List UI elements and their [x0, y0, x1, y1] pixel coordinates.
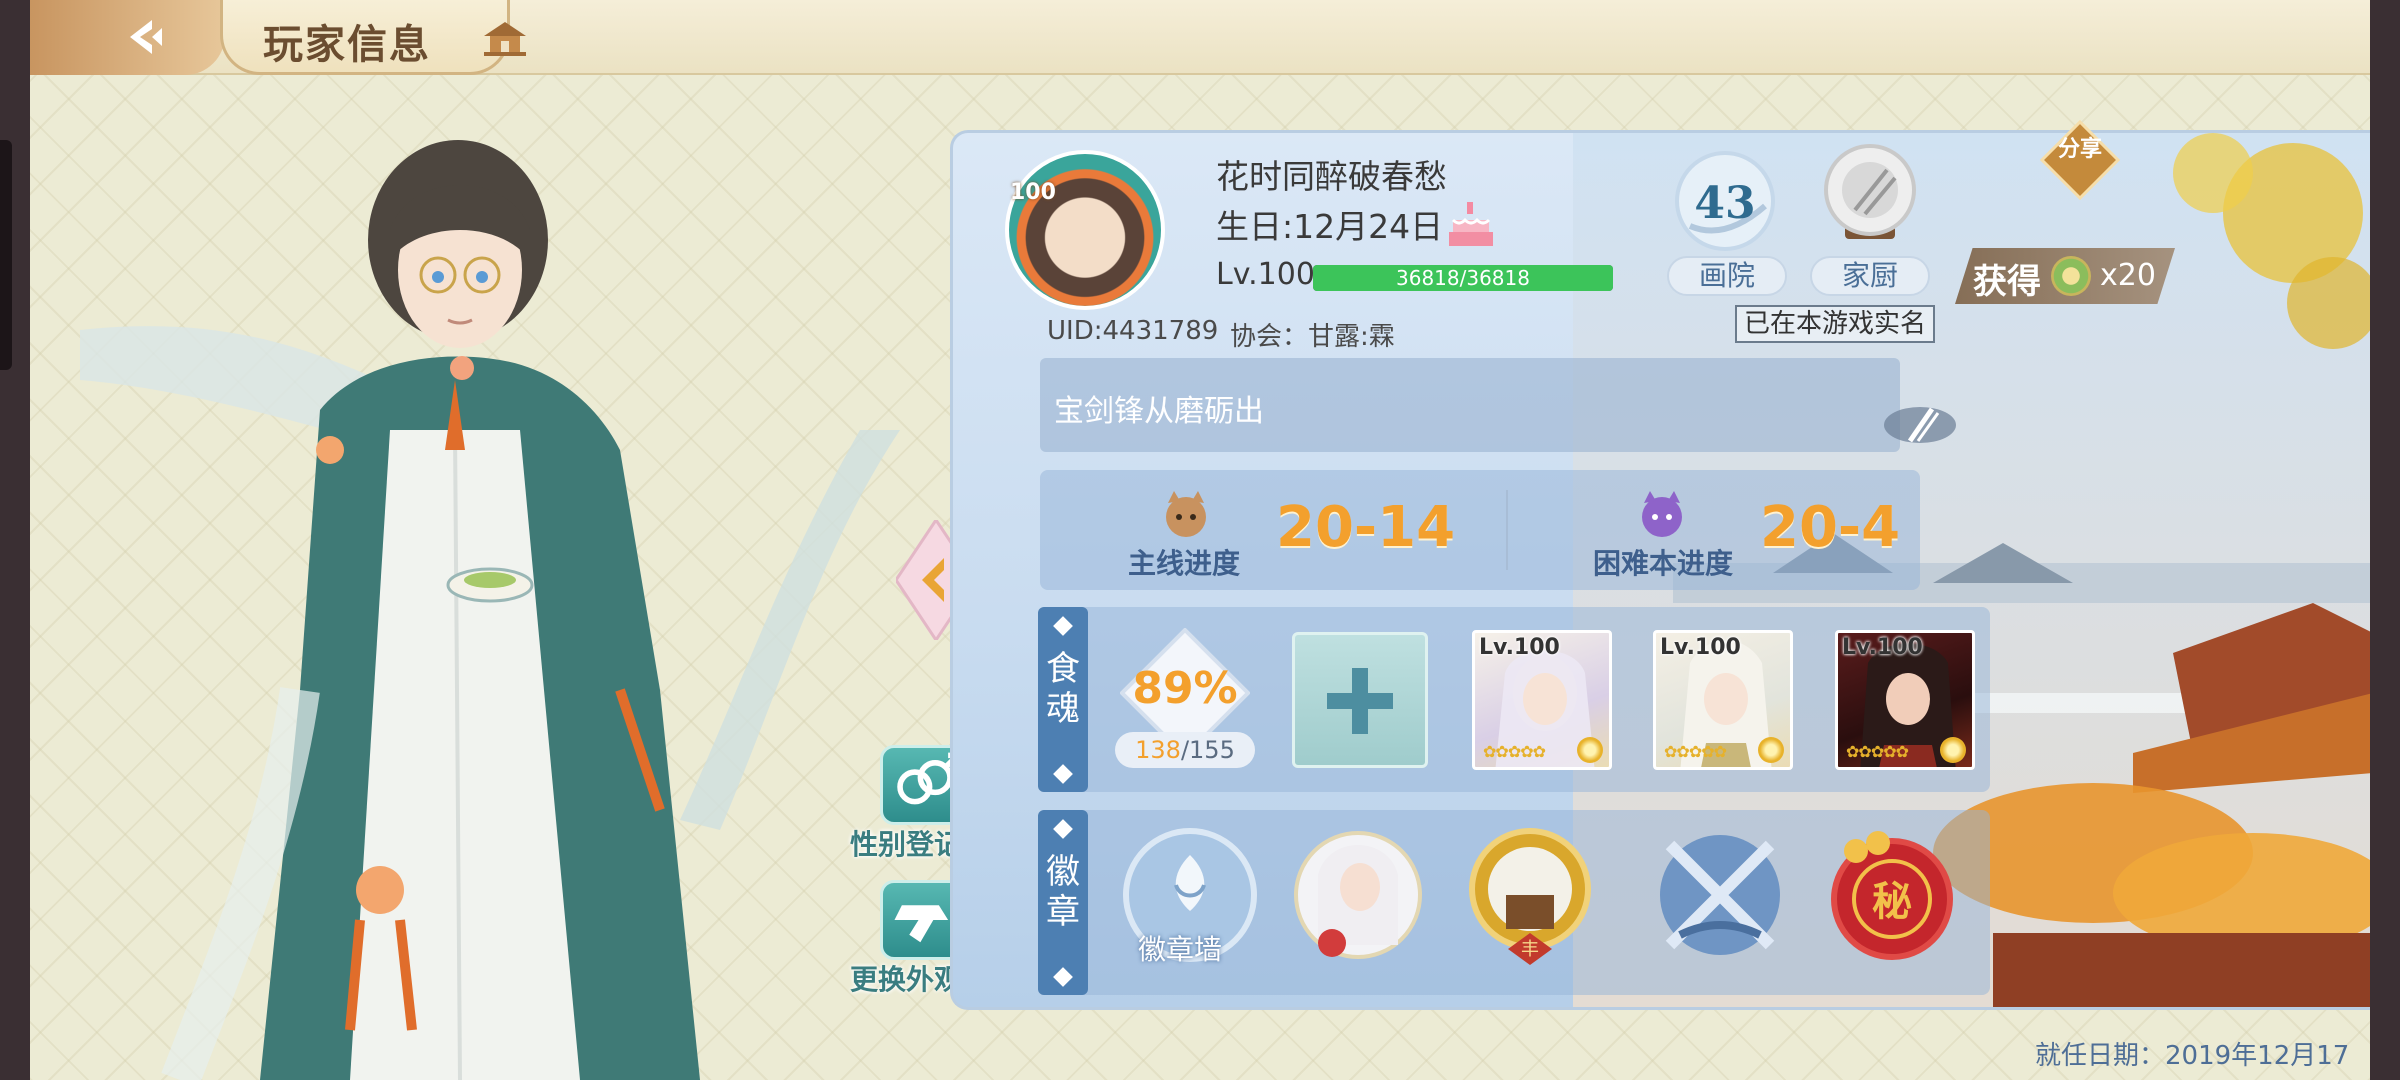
kitchen-label[interactable]: 家厨: [1810, 256, 1930, 296]
share-reward-banner: 获得 x20: [1955, 248, 2175, 304]
obtain-label: 获得: [1973, 262, 2041, 302]
harvest-badge-icon[interactable]: 丰: [1460, 825, 1600, 965]
player-uid: UID:4431789: [1047, 316, 1219, 346]
tag-diamond-top: [1053, 616, 1073, 636]
tag-diamond-top: [1053, 819, 1073, 839]
slot-2-level: Lv.100: [1660, 635, 1741, 660]
plus-icon-v: [1352, 668, 1368, 734]
reward-count: x20: [2100, 258, 2156, 293]
experience-bar: 36818/36818: [1313, 265, 1613, 291]
slot-1-coin-icon: [1577, 737, 1603, 763]
hard-progress-value: 20-4: [1760, 495, 1901, 560]
player-guild: 协会：甘露:霖: [1230, 322, 1395, 352]
character-illustration: [80, 140, 900, 1080]
badge-wall-label: 徽章墙: [1138, 933, 1223, 966]
main-progress-value: 20-14: [1276, 495, 1456, 560]
badge-tag: 徽章: [1038, 810, 1088, 995]
food-soul-slot-3[interactable]: Lv.100 ✿✿✿✿✿: [1835, 630, 1975, 770]
back-button[interactable]: [30, 0, 225, 75]
jade-coin-icon: [2051, 256, 2091, 296]
back-arrow-icon: [130, 20, 162, 54]
slot-1-level: Lv.100: [1479, 635, 1560, 660]
food-soul-slot-2[interactable]: Lv.100 ✿✿✿✿✿: [1653, 630, 1793, 770]
slot-2-coin-icon: [1758, 737, 1784, 763]
house-icon[interactable]: [480, 18, 530, 58]
top-bar: 玩家信息: [30, 0, 2370, 75]
secret-seal-badge-icon[interactable]: 秘: [1820, 825, 1960, 965]
hard-progress-label: 困难本进度: [1593, 547, 1734, 580]
cat-face-icon: [1166, 491, 1206, 537]
crossed-swords-badge-icon[interactable]: [1650, 825, 1790, 965]
character-badge-icon[interactable]: [1288, 825, 1428, 965]
main-progress-label: 主线进度: [1128, 547, 1241, 580]
total-count: /155: [1180, 736, 1235, 764]
kitchen-plate-icon[interactable]: [1815, 140, 1925, 250]
harvest-badge-char: 丰: [1521, 939, 1539, 960]
realname-notice: 已在本游戏实名: [1735, 305, 1935, 343]
page-title: 玩家信息: [263, 22, 431, 68]
slot-3-stars: ✿✿✿✿✿: [1846, 742, 1909, 761]
purple-cat-icon: [1642, 491, 1682, 537]
page-title-tab: 玩家信息: [220, 0, 510, 75]
screen-notch: [0, 140, 12, 370]
gallery-count: 43: [1694, 178, 1755, 229]
slot-3-coin-icon: [1940, 737, 1966, 763]
avatar-level-badge: 100: [1010, 180, 1056, 205]
game-screen: 玩家信息 性别登记 更换外观 100 花时同醉破春愁 生日:12月24日 Lv.…: [30, 0, 2370, 1080]
collection-count: 138/155: [1115, 732, 1255, 768]
experience-text: 36818/36818: [1396, 266, 1530, 290]
food-soul-slot-1[interactable]: Lv.100 ✿✿✿✿✿: [1472, 630, 1612, 770]
slot-3-level: Lv.100: [1842, 635, 1923, 660]
tag-diamond-bottom: [1053, 967, 1073, 987]
seal-char: 秘: [1872, 878, 1912, 925]
slot-1-stars: ✿✿✿✿✿: [1483, 742, 1546, 761]
owned-count: 138: [1135, 736, 1181, 764]
player-level: Lv.100: [1216, 257, 1315, 292]
player-name: 花时同醉破春愁: [1216, 157, 1447, 196]
gallery-label[interactable]: 画院: [1667, 256, 1787, 296]
food-soul-tag-label: 食魂: [1046, 649, 1080, 729]
edit-signature-icon[interactable]: [1880, 395, 1960, 455]
badge-tag-label: 徽章: [1046, 852, 1080, 932]
share-label: 分享: [2058, 136, 2102, 162]
add-food-soul-button[interactable]: [1292, 632, 1428, 768]
player-avatar[interactable]: [1005, 150, 1165, 310]
tag-diamond-bottom: [1053, 764, 1073, 784]
gallery-medal[interactable]: 43: [1670, 146, 1780, 256]
food-soul-tag: 食魂: [1038, 607, 1088, 792]
birthday-cake-icon: [1449, 202, 1493, 246]
share-button[interactable]: 分享: [2040, 120, 2120, 200]
player-birthday: 生日:12月24日: [1216, 207, 1444, 246]
player-signature-box[interactable]: 宝剑锋从磨砺出: [1040, 358, 1900, 452]
progress-divider: [1506, 490, 1508, 570]
slot-2-stars: ✿✿✿✿✿: [1664, 742, 1727, 761]
collection-percent: 89%: [1132, 663, 1238, 714]
player-signature: 宝剑锋从磨砺出: [1054, 394, 1264, 429]
appointment-date: 就任日期：2019年12月17日: [2035, 1041, 2350, 1080]
